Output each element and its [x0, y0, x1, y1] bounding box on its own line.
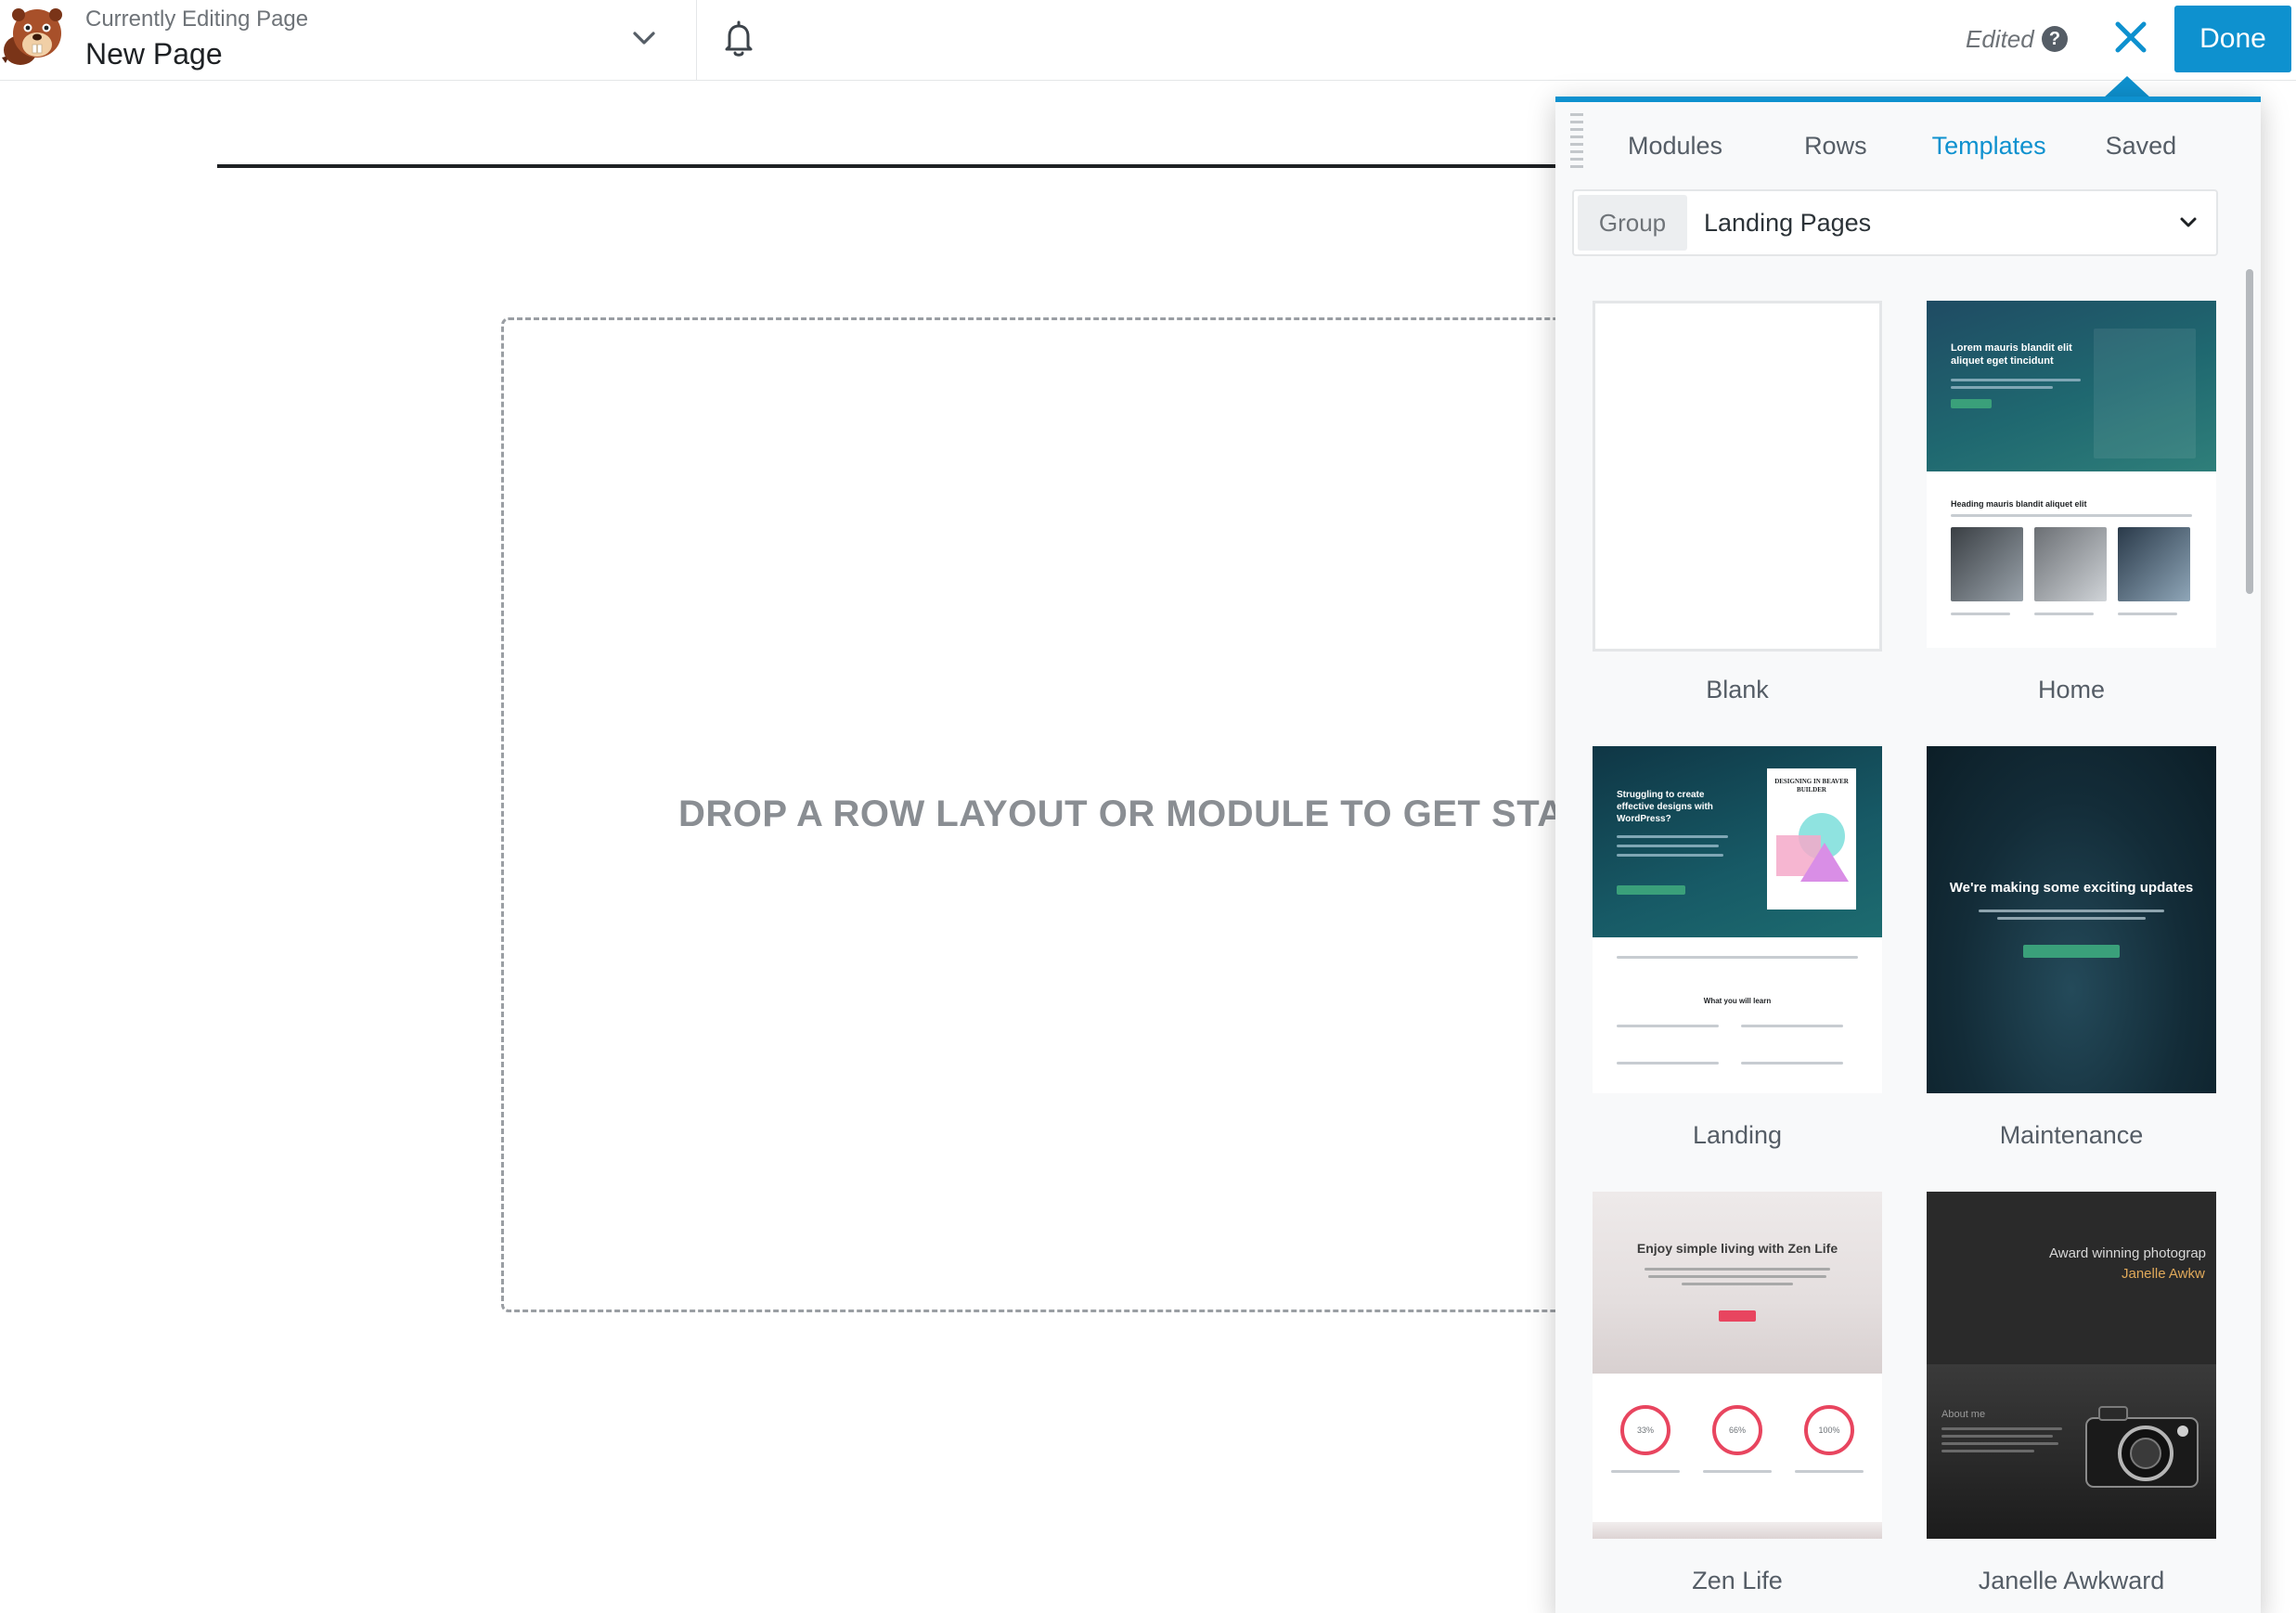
- tab-templates[interactable]: Templates: [1932, 130, 2046, 161]
- home-card-line: [2034, 613, 2094, 615]
- drag-handle-icon[interactable]: [1570, 113, 1583, 171]
- landing-feature-line: [1617, 1062, 1719, 1065]
- toolbar-divider: [696, 0, 697, 81]
- question-circle-icon[interactable]: ?: [2042, 26, 2068, 52]
- beaver-logo-icon[interactable]: [0, 2, 72, 72]
- panel-tabs: Modules Rows Templates Saved: [1609, 130, 2176, 161]
- template-thumbnail-maintenance: We're making some exciting updates: [1927, 746, 2216, 1093]
- landing-book-title: DESIGNING IN BEAVER BUILDER: [1774, 778, 1849, 794]
- template-thumbnail-janelle-awkward: Award winning photograp Janelle Awkw Abo…: [1927, 1192, 2216, 1539]
- landing-hero-button: [1617, 885, 1685, 895]
- template-thumbnail-home: Lorem mauris blandit elit aliquet eget t…: [1927, 301, 2216, 648]
- landing-book-triangle: [1800, 843, 1849, 882]
- landing-learn-heading: What you will learn: [1703, 997, 1772, 1005]
- template-name: Blank: [1706, 676, 1769, 703]
- template-name: Landing: [1692, 1121, 1783, 1149]
- landing-hero-line: [1617, 835, 1728, 838]
- template-thumbnail-blank: [1593, 301, 1882, 652]
- home-card-photo: [2034, 527, 2107, 601]
- zen-hero-title: Enjoy simple living with Zen Life: [1636, 1241, 1838, 1256]
- group-select-value: Landing Pages: [1704, 209, 1872, 237]
- home-card-line: [1951, 613, 2010, 615]
- maintenance-line: [1997, 917, 2146, 920]
- page-title-block[interactable]: Currently Editing Page New Page: [85, 6, 308, 72]
- tab-modules[interactable]: Modules: [1628, 130, 1722, 161]
- zen-hero-button: [1719, 1310, 1756, 1322]
- template-thumbnail-zen-life: Enjoy simple living with Zen Life 33% 66…: [1593, 1192, 1882, 1539]
- landing-feature-line: [1741, 1025, 1843, 1027]
- home-hero-title: Lorem mauris blandit elit aliquet eget t…: [1951, 342, 2072, 367]
- zen-footer-band: [1593, 1522, 1882, 1539]
- edited-status: Edited: [1966, 25, 2034, 53]
- editing-subtitle: Currently Editing Page: [85, 6, 309, 32]
- home-hero-line: [1951, 379, 2081, 381]
- landing-hero-title: Struggling to create effective designs w…: [1617, 790, 1713, 824]
- zen-progress-ring: 66%: [1712, 1405, 1762, 1455]
- janelle-about-line: [1941, 1435, 2053, 1438]
- janelle-about-heading: About me: [1941, 1409, 1986, 1420]
- home-card-photo: [1951, 527, 2023, 601]
- landing-feature-line: [1617, 956, 1858, 959]
- done-button[interactable]: Done: [2174, 6, 2291, 72]
- janelle-about-line: [1941, 1442, 2058, 1445]
- home-card-photo: [2118, 527, 2190, 601]
- zen-ring-caption: [1795, 1470, 1864, 1473]
- zen-progress-ring: 100%: [1804, 1405, 1854, 1455]
- group-select[interactable]: Group Landing Pages: [1572, 189, 2218, 256]
- maintenance-line: [1979, 910, 2164, 912]
- tab-rows[interactable]: Rows: [1804, 130, 1867, 161]
- close-icon[interactable]: [2109, 15, 2153, 59]
- landing-book-cover: DESIGNING IN BEAVER BUILDER: [1767, 768, 1856, 910]
- home-hero-button: [1951, 399, 1992, 408]
- panel-pointer: [2103, 76, 2151, 98]
- home-section-line: [1951, 514, 2192, 517]
- camera-icon: [2085, 1406, 2199, 1488]
- zen-hero-line: [1648, 1275, 1826, 1278]
- zen-hero-line: [1682, 1283, 1793, 1285]
- landing-feature-line: [1741, 1062, 1843, 1065]
- group-select-label: Group: [1578, 195, 1687, 251]
- janelle-headline: Award winning photograp: [2049, 1245, 2207, 1261]
- maintenance-hero-title: We're making some exciting updates: [1949, 880, 2194, 896]
- home-card-line: [2118, 613, 2177, 615]
- zen-progress-ring: 33%: [1620, 1405, 1670, 1455]
- home-section-heading: Heading mauris blandit aliquet elit: [1951, 499, 2087, 509]
- janelle-about-line: [1941, 1450, 2034, 1452]
- zen-ring-caption: [1611, 1470, 1680, 1473]
- home-hero-photo: [2094, 329, 2196, 458]
- content-panel: Modules Rows Templates Saved Group Landi…: [1555, 97, 2261, 1613]
- template-thumbnail-landing: Struggling to create effective designs w…: [1593, 746, 1882, 1093]
- maintenance-button: [2023, 945, 2120, 958]
- panel-scrollbar[interactable]: [2246, 269, 2253, 594]
- chevron-down-icon[interactable]: [627, 24, 661, 52]
- janelle-about-line: [1941, 1427, 2062, 1430]
- chevron-down-icon: [2180, 217, 2197, 227]
- drop-zone-message: DROP A ROW LAYOUT OR MODULE TO GET START: [678, 794, 1615, 834]
- landing-hero-line: [1617, 854, 1723, 857]
- template-name: Janelle Awkward: [1978, 1567, 2165, 1594]
- page-divider-line: [217, 164, 1572, 168]
- zen-hero-line: [1645, 1268, 1830, 1271]
- template-name: Maintenance: [1999, 1121, 2144, 1149]
- top-toolbar: Currently Editing Page New Page Edited ?…: [0, 0, 2296, 81]
- home-hero-line: [1951, 386, 2053, 389]
- zen-ring-caption: [1703, 1470, 1772, 1473]
- landing-hero-line: [1617, 845, 1719, 847]
- template-name: Zen Life: [1692, 1567, 1783, 1594]
- template-name: Home: [2037, 676, 2106, 703]
- page-title: New Page: [85, 37, 223, 71]
- janelle-name: Janelle Awkw: [2122, 1266, 2205, 1282]
- tab-saved[interactable]: Saved: [2106, 130, 2177, 161]
- drop-zone[interactable]: DROP A ROW LAYOUT OR MODULE TO GET START: [501, 317, 1614, 1312]
- landing-feature-line: [1617, 1025, 1719, 1027]
- bell-icon[interactable]: [720, 19, 757, 59]
